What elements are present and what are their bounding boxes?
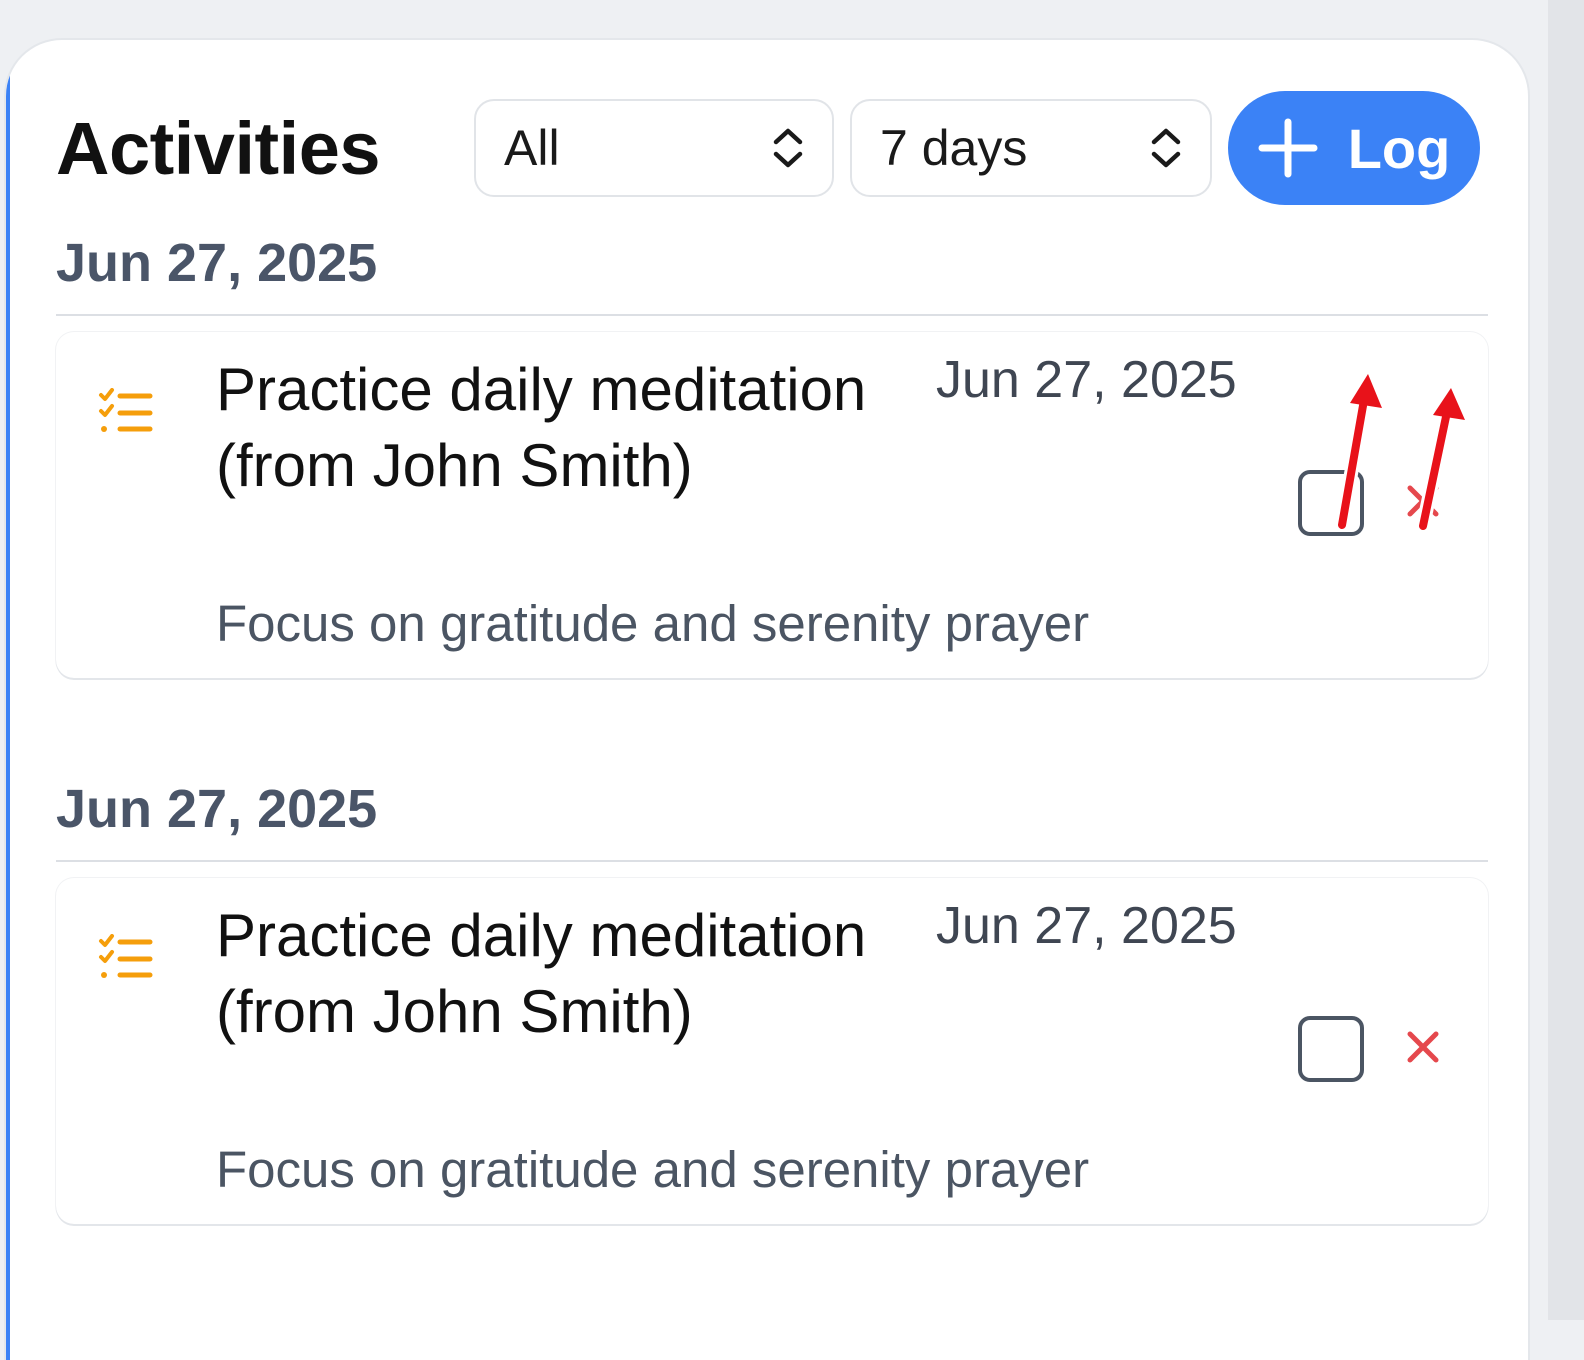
complete-checkbox[interactable] [1298,1016,1364,1082]
activity-type-value: All [504,120,560,176]
chevron-up-down-icon [1151,128,1181,168]
activity-type-select[interactable]: All [474,99,834,197]
date-range-value: 7 days [880,120,1028,176]
activities-panel: Activities All 7 days Log Jun 27, 2025 P… [6,40,1528,1360]
plus-icon [1258,118,1318,178]
date-range-select[interactable]: 7 days [850,99,1212,197]
checklist-icon [99,934,153,978]
annotation-arrow-icon [1416,382,1469,533]
activity-date-group: Jun 27, 2025 Practice daily meditation (… [56,774,1488,1224]
panel-accent-border [6,60,10,1360]
delete-icon[interactable] [1406,1030,1440,1064]
log-button-label: Log [1347,116,1451,180]
log-activity-button[interactable]: Log [1228,91,1480,205]
activity-date: Jun 27, 2025 [936,897,1237,955]
activity-date-group: Jun 27, 2025 Practice daily meditation (… [56,228,1488,678]
activity-item[interactable]: Practice daily meditation (from John Smi… [56,332,1488,678]
group-date-heading: Jun 27, 2025 [56,233,378,293]
activity-item[interactable]: Practice daily meditation (from John Smi… [56,878,1488,1224]
activity-note: Focus on gratitude and serenity prayer [216,1141,1090,1198]
activities-header: Activities All 7 days Log [56,90,1486,206]
group-date-heading: Jun 27, 2025 [56,779,378,839]
scrollbar[interactable] [1548,0,1584,1320]
chevron-up-down-icon [773,128,803,168]
checklist-icon [99,388,153,432]
activity-date: Jun 27, 2025 [936,351,1237,409]
divider [56,314,1488,316]
annotation-arrow-icon [1335,368,1386,532]
activity-title: Practice daily meditation (from John Smi… [216,356,867,499]
divider [56,860,1488,862]
page-title: Activities [56,106,381,190]
activity-title: Practice daily meditation (from John Smi… [216,902,867,1045]
activity-note: Focus on gratitude and serenity prayer [216,595,1090,652]
